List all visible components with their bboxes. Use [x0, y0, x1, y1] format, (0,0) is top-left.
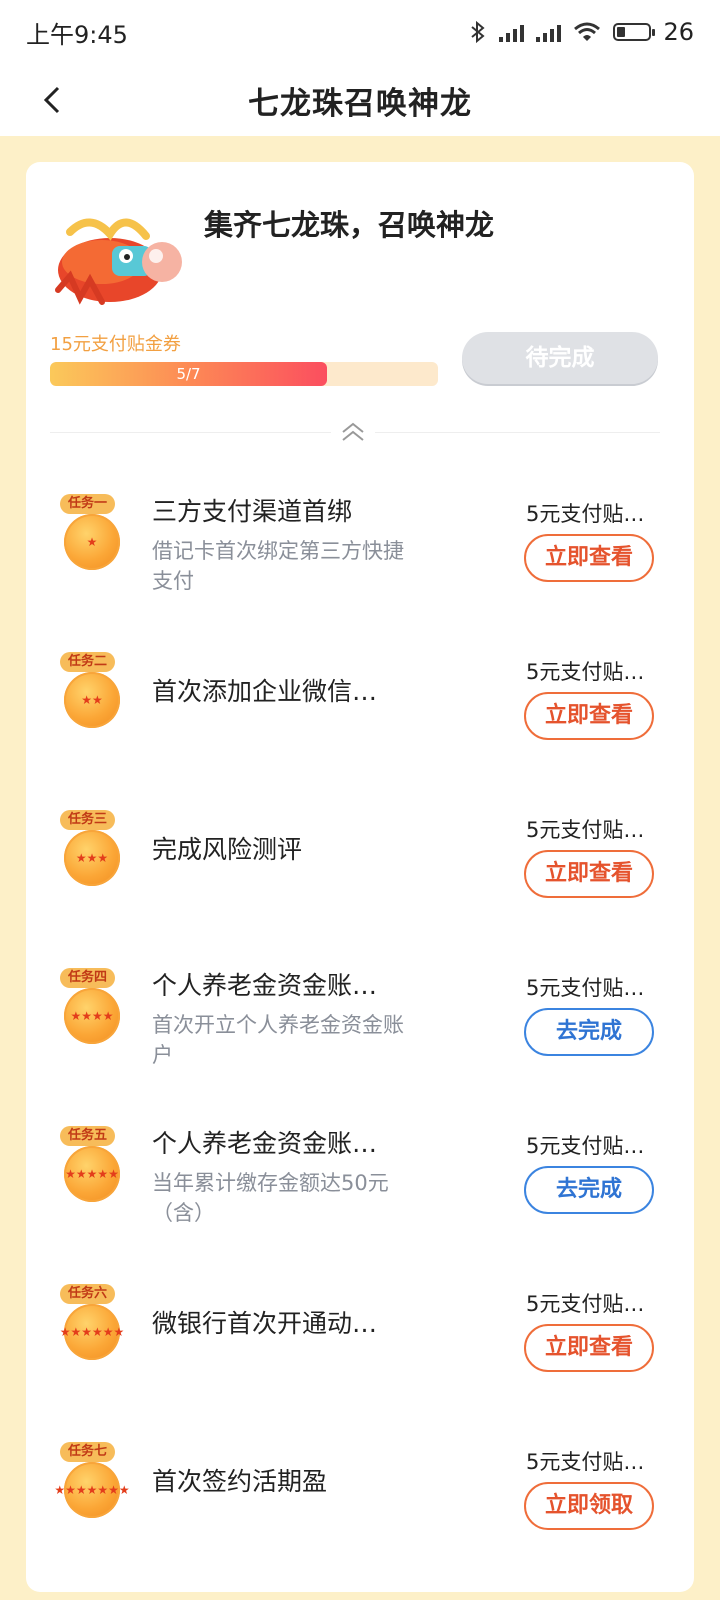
bluetooth-icon — [471, 20, 486, 44]
task-badge: 任务四 — [60, 968, 116, 988]
dragon-illustration — [55, 218, 182, 305]
task-title: 个人养老金资金账… — [152, 1129, 378, 1158]
chevron-left-icon — [43, 86, 60, 114]
status-icons: 26 — [469, 18, 694, 46]
task-reward: 5元支付贴… — [526, 1134, 645, 1158]
ball-stars: ★★★★★★ — [59, 1324, 125, 1339]
task-reward: 5元支付贴… — [526, 818, 645, 842]
task-row: 任务三 ★★★ 完成风险测评 5元支付贴… 立即查看 — [26, 808, 694, 948]
task-row: 任务五 ★★★★★ 个人养老金资金账… 当年累计缴存金额达50元（含） 5元支付… — [26, 1124, 694, 1264]
task-badge: 任务七 — [60, 1442, 116, 1462]
dragon-ball-card: 集齐七龙珠，召唤神龙 15元支付贴金券 5/7 待完成 任务一 ★ 三方支付渠道… — [26, 162, 694, 1592]
task-title: 个人养老金资金账… — [152, 971, 378, 1000]
task-action-button[interactable]: 立即查看 — [524, 1324, 654, 1372]
ball-stars: ★★ — [81, 692, 103, 707]
nav-bar: 七龙珠召唤神龙 — [0, 64, 720, 136]
task-badge: 任务五 — [60, 1126, 116, 1146]
battery-icon — [613, 23, 656, 41]
dragon-ball-icon: ★★★★★★★ — [54, 1462, 130, 1518]
battery-level: 26 — [663, 18, 694, 46]
ball-stars: ★★★★ — [70, 1008, 114, 1023]
task-reward: 5元支付贴… — [526, 1292, 645, 1316]
task-description: 首次开立个人养老金资金账户 — [152, 1013, 404, 1067]
chevron-up-icon — [342, 422, 364, 441]
signal-icon-2 — [536, 22, 562, 42]
task-badge: 任务二 — [60, 652, 116, 672]
task-title: 三方支付渠道首绑 — [152, 497, 353, 526]
dragon-ball-icon: ★ — [64, 514, 120, 570]
status-bar: 上午9:45 26 — [0, 0, 720, 64]
task-reward: 5元支付贴… — [526, 976, 645, 1000]
task-row: 任务六 ★★★★★★ 微银行首次开通动… 5元支付贴… 立即查看 — [26, 1282, 694, 1422]
task-action-button[interactable]: 立即查看 — [524, 850, 654, 898]
dragon-ball-icon: ★★★★★ — [64, 1146, 120, 1202]
dragon-ball-icon: ★★★★ — [64, 988, 120, 1044]
task-action-button[interactable]: 去完成 — [524, 1008, 654, 1056]
task-reward: 5元支付贴… — [526, 502, 645, 526]
page-title: 七龙珠召唤神龙 — [248, 85, 472, 122]
task-row: 任务四 ★★★★ 个人养老金资金账… 首次开立个人养老金资金账户 5元支付贴… … — [26, 966, 694, 1106]
task-action-button[interactable]: 立即查看 — [524, 692, 654, 740]
ball-stars: ★ — [86, 534, 98, 549]
dragon-ball-icon: ★★ — [64, 672, 120, 728]
collapse-button[interactable] — [331, 419, 375, 445]
back-button[interactable] — [36, 82, 72, 118]
pending-button[interactable]: 待完成 — [462, 332, 658, 384]
task-title: 完成风险测评 — [152, 835, 303, 864]
wifi-icon — [574, 22, 601, 41]
ball-stars: ★★★ — [75, 850, 109, 865]
task-badge: 任务一 — [60, 494, 116, 514]
ball-stars: ★★★★★ — [65, 1166, 119, 1181]
task-row: 任务一 ★ 三方支付渠道首绑 借记卡首次绑定第三方快捷支付 5元支付贴… 立即查… — [26, 492, 694, 632]
task-row: 任务二 ★★ 首次添加企业微信… 5元支付贴… 立即查看 — [26, 650, 694, 790]
task-description: 借记卡首次绑定第三方快捷支付 — [152, 539, 404, 593]
progress-bar: 5/7 — [50, 362, 438, 386]
task-title: 首次添加企业微信… — [152, 677, 378, 706]
task-description: 当年累计缴存金额达50元（含） — [152, 1171, 389, 1225]
card-title: 集齐七龙珠，召唤神龙 — [204, 208, 495, 242]
reward-label: 15元支付贴金券 — [50, 334, 181, 355]
ball-stars: ★★★★★★★ — [54, 1482, 130, 1497]
task-reward: 5元支付贴… — [526, 1450, 645, 1474]
task-title: 微银行首次开通动… — [152, 1309, 378, 1338]
task-action-button[interactable]: 去完成 — [524, 1166, 654, 1214]
task-action-button[interactable]: 立即领取 — [524, 1482, 654, 1530]
task-title: 首次签约活期盈 — [152, 1467, 328, 1496]
dragon-ball-icon: ★★★★★★ — [59, 1304, 125, 1360]
task-badge: 任务三 — [60, 810, 116, 830]
progress-text: 5/7 — [176, 365, 201, 383]
task-reward: 5元支付贴… — [526, 660, 645, 684]
dragon-ball-icon: ★★★ — [64, 830, 120, 886]
signal-icon — [499, 22, 525, 42]
task-row: 任务七 ★★★★★★★ 首次签约活期盈 5元支付贴… 立即领取 — [26, 1440, 694, 1580]
task-action-button[interactable]: 立即查看 — [524, 534, 654, 582]
status-time: 上午9:45 — [26, 20, 128, 49]
task-badge: 任务六 — [60, 1284, 116, 1304]
